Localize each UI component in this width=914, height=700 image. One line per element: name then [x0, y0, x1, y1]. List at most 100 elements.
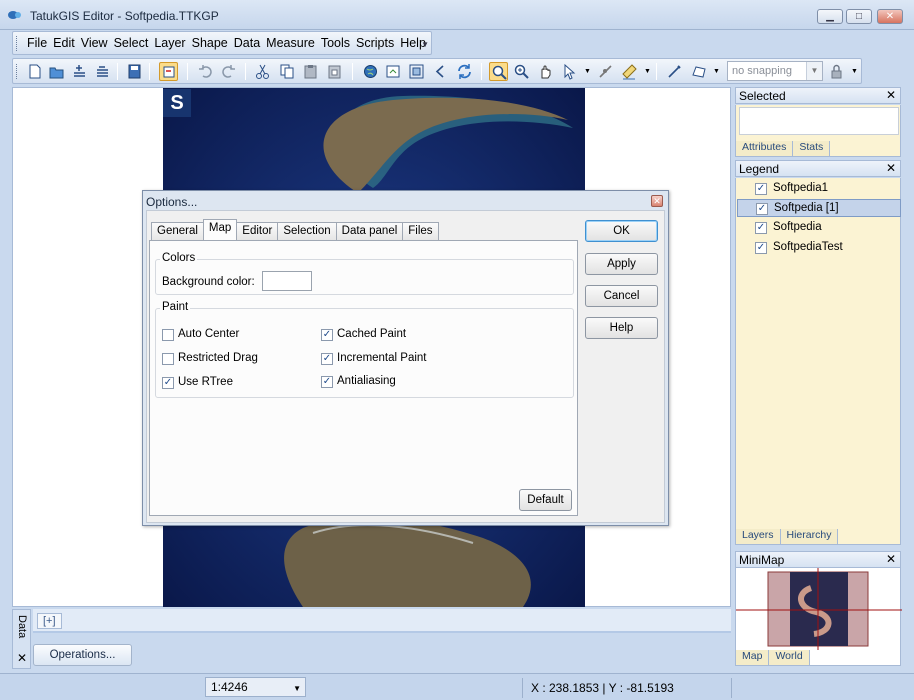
- cut-icon[interactable]: [253, 62, 272, 81]
- maximize-button[interactable]: □: [846, 9, 872, 24]
- close-icon[interactable]: ✕: [651, 195, 663, 207]
- paste-special-icon[interactable]: [325, 62, 344, 81]
- polygon-dropdown-icon[interactable]: ▼: [713, 68, 720, 75]
- select-arrow-icon[interactable]: [560, 62, 579, 81]
- tab-world[interactable]: World: [769, 650, 810, 665]
- back-icon[interactable]: [431, 62, 450, 81]
- cached-paint-checkbox[interactable]: ✓ Cached Paint: [321, 328, 406, 341]
- menu-layer[interactable]: Layer: [151, 36, 188, 50]
- legend-checkbox[interactable]: ✓: [755, 183, 767, 195]
- menu-edit[interactable]: Edit: [50, 36, 78, 50]
- options-dialog: Options... ✕ General Map Editor Selectio…: [142, 190, 669, 526]
- menu-scripts[interactable]: Scripts: [353, 36, 397, 50]
- zoom-icon[interactable]: [489, 62, 508, 81]
- legend-checkbox[interactable]: ✓: [755, 222, 767, 234]
- tab-stats[interactable]: Stats: [793, 141, 831, 156]
- legend-checkbox[interactable]: ✓: [755, 242, 767, 254]
- ok-button[interactable]: OK: [585, 220, 658, 242]
- checkbox-box[interactable]: ✓: [321, 329, 333, 341]
- tab-attributes[interactable]: Attributes: [736, 141, 794, 156]
- background-color-picker[interactable]: [262, 271, 312, 291]
- apply-button[interactable]: Apply: [585, 253, 658, 275]
- tab-map[interactable]: Map: [202, 219, 238, 240]
- open-icon[interactable]: [47, 62, 66, 81]
- tab-data-panel[interactable]: Data panel: [335, 222, 404, 240]
- ruler-icon[interactable]: [620, 62, 639, 81]
- checkbox-box[interactable]: ✓: [162, 377, 174, 389]
- incremental-paint-checkbox[interactable]: ✓ Incremental Paint: [321, 352, 427, 365]
- menu-select[interactable]: Select: [111, 36, 152, 50]
- save-icon[interactable]: [125, 62, 144, 81]
- full-extent-icon[interactable]: [407, 62, 426, 81]
- tab-files[interactable]: Files: [402, 222, 439, 240]
- add-data-tab-button[interactable]: [+]: [37, 613, 62, 629]
- legend-item[interactable]: ✓ Softpedia1: [737, 180, 901, 198]
- tab-map[interactable]: Map: [736, 650, 770, 665]
- extent-icon[interactable]: [384, 62, 403, 81]
- scale-select[interactable]: 1:4246 ▼: [205, 677, 306, 697]
- draw-line-icon[interactable]: [665, 62, 684, 81]
- toolbar-overflow-icon[interactable]: ▼: [851, 68, 858, 75]
- operations-button[interactable]: Operations...: [33, 644, 132, 666]
- minimize-button[interactable]: ▁: [817, 9, 843, 24]
- tab-editor[interactable]: Editor: [236, 222, 279, 240]
- auto-center-checkbox[interactable]: Auto Center: [162, 328, 239, 341]
- globe-icon[interactable]: [361, 62, 380, 81]
- menu-grip-handle[interactable]: [16, 36, 19, 51]
- legend-item[interactable]: ✓ Softpedia: [737, 219, 901, 237]
- legend-item[interactable]: ✓ SoftpediaTest: [737, 239, 901, 257]
- close-icon[interactable]: ✕: [886, 161, 896, 175]
- close-icon[interactable]: ✕: [886, 88, 896, 102]
- restricted-drag-checkbox[interactable]: Restricted Drag: [162, 352, 258, 365]
- close-icon[interactable]: ✕: [886, 552, 896, 566]
- close-button[interactable]: ✕: [877, 9, 903, 24]
- menu-measure[interactable]: Measure: [263, 36, 318, 50]
- checkbox-box[interactable]: [162, 329, 174, 341]
- edit-vertex-icon[interactable]: [596, 62, 615, 81]
- snapping-select[interactable]: no snapping ▼: [727, 61, 823, 81]
- ruler-dropdown-icon[interactable]: ▼: [644, 68, 651, 75]
- refresh-icon[interactable]: [455, 62, 474, 81]
- cancel-button[interactable]: Cancel: [585, 285, 658, 307]
- menu-file[interactable]: File: [24, 36, 50, 50]
- menu-data[interactable]: Data: [231, 36, 263, 50]
- select-dropdown-icon[interactable]: ▼: [584, 68, 591, 75]
- select-tool-icon[interactable]: [159, 62, 178, 81]
- draw-polygon-icon[interactable]: [689, 62, 708, 81]
- tab-hierarchy[interactable]: Hierarchy: [780, 529, 839, 544]
- zoom-in-icon[interactable]: [512, 62, 531, 81]
- redo-icon[interactable]: [219, 62, 238, 81]
- default-button[interactable]: Default: [519, 489, 572, 511]
- close-icon[interactable]: ✕: [17, 651, 27, 665]
- incremental-paint-label: Incremental Paint: [337, 352, 427, 364]
- menu-overflow-icon[interactable]: ▼: [421, 40, 429, 49]
- lock-icon[interactable]: [827, 62, 846, 81]
- checkbox-box[interactable]: [162, 353, 174, 365]
- pan-icon[interactable]: [536, 62, 555, 81]
- minimap-panel[interactable]: Map World: [735, 568, 902, 666]
- new-icon[interactable]: [25, 62, 44, 81]
- legend-item[interactable]: ✓ Softpedia [1]: [737, 199, 901, 217]
- add-layer-icon[interactable]: [70, 62, 89, 81]
- antialiasing-checkbox[interactable]: ✓ Antialiasing: [321, 375, 396, 388]
- tab-general[interactable]: General: [151, 222, 204, 240]
- menu-tools[interactable]: Tools: [318, 36, 353, 50]
- chevron-down-icon[interactable]: ▼: [293, 684, 301, 693]
- minimap-view[interactable]: [736, 568, 902, 650]
- toolbar-grip-handle[interactable]: [16, 64, 19, 79]
- use-rtree-checkbox[interactable]: ✓ Use RTree: [162, 376, 233, 389]
- chevron-down-icon[interactable]: ▼: [806, 62, 822, 80]
- checkbox-box[interactable]: ✓: [321, 376, 333, 388]
- checkbox-box[interactable]: ✓: [321, 353, 333, 365]
- menu-shape[interactable]: Shape: [189, 36, 231, 50]
- paste-icon[interactable]: [301, 62, 320, 81]
- copy-icon[interactable]: [277, 62, 296, 81]
- tab-selection[interactable]: Selection: [277, 222, 337, 240]
- undo-icon[interactable]: [196, 62, 215, 81]
- help-button[interactable]: Help: [585, 317, 658, 339]
- menu-view[interactable]: View: [78, 36, 111, 50]
- remove-layer-icon[interactable]: [93, 62, 112, 81]
- tab-layers[interactable]: Layers: [736, 529, 781, 544]
- legend-checkbox[interactable]: ✓: [756, 203, 768, 215]
- data-panel-tab[interactable]: Data ✕: [12, 609, 31, 669]
